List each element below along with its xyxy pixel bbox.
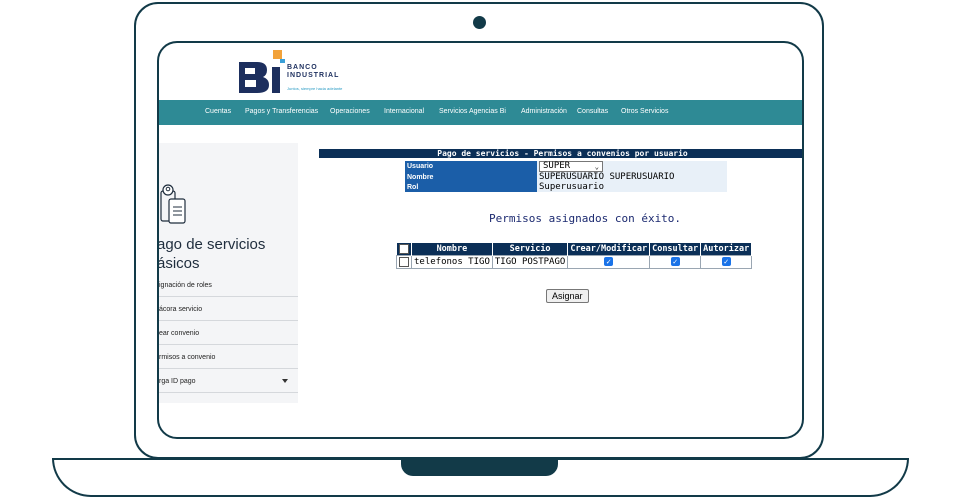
header-autorizar: Autorizar xyxy=(700,243,753,256)
sidebar-item-label: ácora servicio xyxy=(159,306,203,313)
sidebar-item-label: rmisos a convenio xyxy=(159,354,216,361)
select-all-checkbox[interactable] xyxy=(398,243,409,254)
sidebar-item-bitacora[interactable]: ácora servicio xyxy=(159,297,298,321)
header-consultar: Consultar xyxy=(649,243,702,256)
nav-item-operaciones[interactable]: Operaciones xyxy=(330,108,370,115)
sidebar-title-line2: ásicos xyxy=(157,255,200,272)
rol-value: Superusuario xyxy=(537,182,727,192)
sidebar-title: ago de servicios ásicos xyxy=(157,235,297,273)
usuario-cell: SUPER ⌄ xyxy=(537,161,727,172)
nav-item-otros-servicios[interactable]: Otros Servicios xyxy=(621,108,668,115)
header-servicio: Servicio xyxy=(492,243,569,256)
nav-item-consultas[interactable]: Consultas xyxy=(577,108,608,115)
sidebar-item-carga-id-pago[interactable]: rga ID pago xyxy=(159,369,298,393)
bi-logo-icon xyxy=(239,50,285,93)
row-select-cell xyxy=(396,255,412,269)
consultar-checkbox[interactable]: ✓ xyxy=(670,257,680,266)
header-crear: Crear/Modificar xyxy=(567,243,651,256)
nombre-label: Nombre xyxy=(405,172,537,182)
sidebar-item-label: ignación de roles xyxy=(159,282,212,289)
sidebar-title-line1: ago de servicios xyxy=(157,236,266,253)
chevron-down-icon: ⌄ xyxy=(594,163,599,171)
brand-name: BANCO INDUSTRIAL xyxy=(287,64,339,80)
usuario-label: Usuario xyxy=(405,161,537,172)
nav-item-pagos[interactable]: Pagos y Transferencias xyxy=(245,108,318,115)
nombre-value: SUPERUSUARIO SUPERUSUARIO xyxy=(537,172,727,182)
sidebar-item-crear-convenio[interactable]: ear convenio xyxy=(159,321,298,345)
header-nombre: Nombre xyxy=(411,243,493,256)
asignar-button[interactable]: Asignar xyxy=(546,289,589,303)
webcam-dot xyxy=(473,16,486,29)
select-all-header xyxy=(396,243,412,256)
row-nombre: telefonos TIGO xyxy=(411,255,493,269)
row-crear-cell: ✓ xyxy=(567,255,651,269)
crear-checkbox[interactable]: ✓ xyxy=(604,257,614,266)
sidebar-item-asignacion-roles[interactable]: ignación de roles xyxy=(159,273,298,297)
laptop-screen: BANCO INDUSTRIAL Juntos, siempre hacia a… xyxy=(157,41,804,439)
document-person-icon xyxy=(160,184,186,224)
row-servicio: TIGO POSTPAGO xyxy=(491,255,569,269)
nav-item-administracion[interactable]: Administración xyxy=(521,108,567,115)
nav-item-internacional[interactable]: Internacional xyxy=(384,108,424,115)
sidebar: ago de servicios ásicos ignación de role… xyxy=(159,143,298,403)
brand-name-line1: BANCO xyxy=(287,64,318,71)
success-message: Permisos asignados con éxito. xyxy=(489,212,682,225)
caret-down-icon xyxy=(282,379,288,383)
table-row: telefonos TIGO TIGO POSTPAGO ✓ ✓ ✓ xyxy=(396,255,753,269)
table-header-row: Nombre Servicio Crear/Modificar Consulta… xyxy=(396,243,753,256)
usuario-select-value: SUPER xyxy=(543,161,571,171)
autorizar-checkbox[interactable]: ✓ xyxy=(721,257,731,266)
row-select-checkbox[interactable] xyxy=(399,256,409,267)
brand-tagline: Juntos, siempre hacia adelante xyxy=(287,86,343,91)
permissions-table: Nombre Servicio Crear/Modificar Consulta… xyxy=(396,243,753,269)
rol-label: Rol xyxy=(405,182,537,192)
user-info-table: Usuario SUPER ⌄ Nombre SUPERUSUARIO SUPER… xyxy=(405,161,727,192)
sidebar-item-label: ear convenio xyxy=(159,330,200,337)
usuario-select[interactable]: SUPER ⌄ xyxy=(539,161,603,172)
nav-item-cuentas[interactable]: Cuentas xyxy=(205,108,231,115)
laptop-notch xyxy=(401,458,558,476)
main-navbar: Cuentas Pagos y Transferencias Operacion… xyxy=(159,100,802,125)
panel-title: Pago de servicios - Permisos a convenios… xyxy=(319,149,802,158)
brand-name-line2: INDUSTRIAL xyxy=(287,72,340,79)
row-autorizar-cell: ✓ xyxy=(700,255,753,269)
nav-item-servicios-agencias[interactable]: Servicios Agencias Bi xyxy=(439,108,506,115)
row-consultar-cell: ✓ xyxy=(649,255,702,269)
sidebar-item-label: rga ID pago xyxy=(159,378,196,385)
sidebar-item-permisos-convenio[interactable]: rmisos a convenio xyxy=(159,345,298,369)
